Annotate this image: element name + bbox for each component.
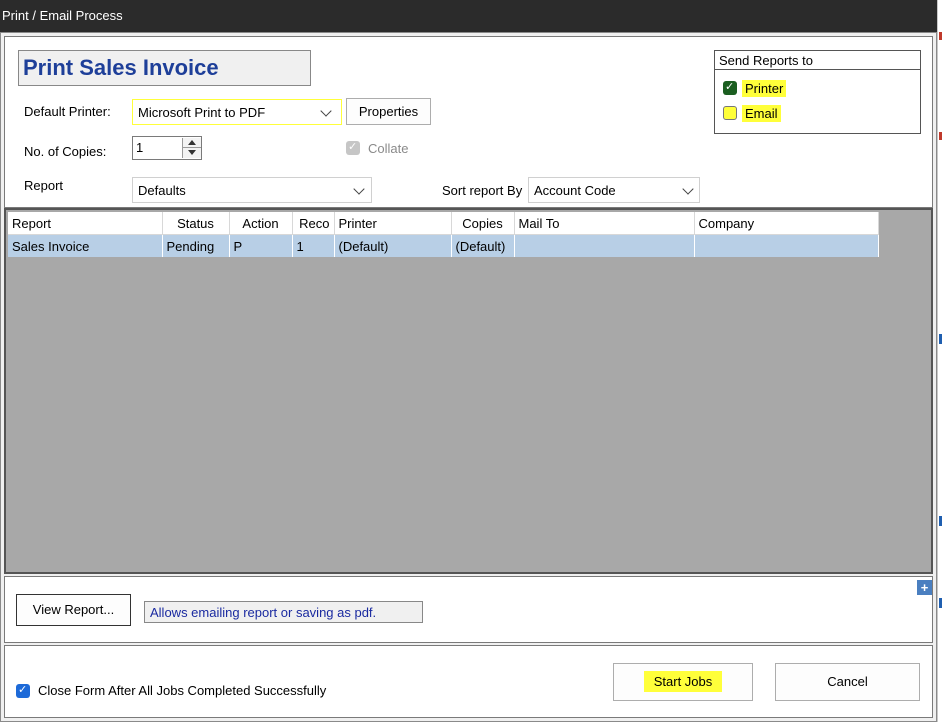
start-jobs-button[interactable]: Start Jobs (613, 663, 753, 701)
hint-text: Allows emailing report or saving as pdf. (150, 605, 377, 620)
chevron-down-icon (682, 183, 694, 195)
send-reports-header: Send Reports to (715, 51, 920, 70)
table-cell[interactable] (694, 234, 879, 257)
report-select[interactable]: Defaults (132, 177, 372, 203)
sort-label: Sort report By (442, 183, 523, 198)
check-icon: ✓ (725, 81, 735, 93)
default-printer-label: Default Printer: (24, 104, 111, 119)
table-cell[interactable] (514, 234, 695, 257)
table-cell[interactable]: (Default) (334, 234, 452, 257)
spin-up-icon[interactable] (188, 140, 196, 145)
column-header[interactable]: Reco (292, 212, 335, 235)
column-header[interactable]: Copies (451, 212, 515, 235)
table-cell[interactable]: 1 (292, 234, 335, 257)
check-icon: ✓ (18, 684, 28, 696)
email-checkbox[interactable] (723, 106, 737, 120)
copies-stepper[interactable]: 1 (132, 136, 202, 160)
dialog-frame: Print Sales Invoice Default Printer: Mic… (0, 32, 937, 722)
column-header[interactable]: Printer (334, 212, 452, 235)
report-value: Defaults (138, 183, 186, 198)
cancel-label: Cancel (827, 674, 868, 689)
default-printer-value: Microsoft Print to PDF (138, 105, 266, 120)
start-jobs-label: Start Jobs (643, 671, 723, 692)
default-printer-select[interactable]: Microsoft Print to PDF (132, 99, 342, 125)
properties-button[interactable]: Properties (346, 98, 431, 125)
printer-checkbox[interactable]: ✓ (723, 81, 737, 95)
copies-value: 1 (136, 140, 144, 155)
check-icon: ✓ (348, 141, 358, 153)
column-header[interactable]: Mail To (514, 212, 695, 235)
table-cell[interactable]: Pending (162, 234, 230, 257)
page-title-box: Print Sales Invoice (18, 50, 311, 86)
table-cell[interactable]: (Default) (451, 234, 515, 257)
column-header[interactable]: Status (162, 212, 230, 235)
chevron-down-icon (353, 183, 365, 195)
view-report-button[interactable]: View Report... (16, 594, 131, 626)
collate-checkbox[interactable]: ✓ (346, 141, 360, 155)
column-header[interactable]: Company (694, 212, 879, 235)
sort-select[interactable]: Account Code (528, 177, 700, 203)
properties-label: Properties (358, 104, 419, 119)
table-row[interactable]: Sales Invoice Pending P 1 (Default) (Def… (8, 234, 879, 257)
table-cell[interactable]: Sales Invoice (8, 234, 163, 257)
report-label: Report (24, 178, 64, 193)
email-option-label: Email (742, 105, 781, 122)
preview-panel: View Report... Allows emailing report or… (4, 576, 933, 643)
spin-down-icon[interactable] (188, 150, 196, 155)
page-title: Print Sales Invoice (23, 55, 219, 80)
copies-spin-buttons[interactable] (182, 138, 201, 158)
close-form-label: Close Form After All Jobs Completed Succ… (38, 683, 327, 698)
settings-panel: Print Sales Invoice Default Printer: Mic… (4, 36, 933, 208)
spin-divider (183, 147, 201, 148)
window-title-bar: Print / Email Process (0, 0, 937, 32)
sort-value: Account Code (534, 183, 616, 198)
send-reports-title: Send Reports to (719, 53, 813, 68)
chevron-down-icon (320, 105, 332, 117)
table-cell[interactable]: P (229, 234, 293, 257)
expand-plus-icon[interactable]: + (917, 580, 932, 595)
send-reports-group: Send Reports to ✓ Printer Email (714, 50, 921, 134)
jobs-grid[interactable]: Report Status Action Reco Printer Copies… (4, 208, 933, 574)
collate-label: Collate (368, 141, 409, 156)
footer-panel: ✓ Close Form After All Jobs Completed Su… (4, 645, 933, 718)
window-title: Print / Email Process (2, 8, 123, 23)
cancel-button[interactable]: Cancel (775, 663, 920, 701)
table-header-row: Report Status Action Reco Printer Copies… (8, 212, 879, 235)
background-window-edge (937, 0, 942, 722)
column-header[interactable]: Report (8, 212, 163, 235)
close-form-checkbox[interactable]: ✓ (16, 684, 30, 698)
printer-option-label: Printer (742, 80, 787, 97)
copies-label: No. of Copies: (24, 144, 107, 159)
view-report-label: View Report... (32, 602, 115, 617)
hint-box: Allows emailing report or saving as pdf. (144, 601, 423, 623)
jobs-table: Report Status Action Reco Printer Copies… (8, 212, 879, 257)
column-header[interactable]: Action (229, 212, 293, 235)
